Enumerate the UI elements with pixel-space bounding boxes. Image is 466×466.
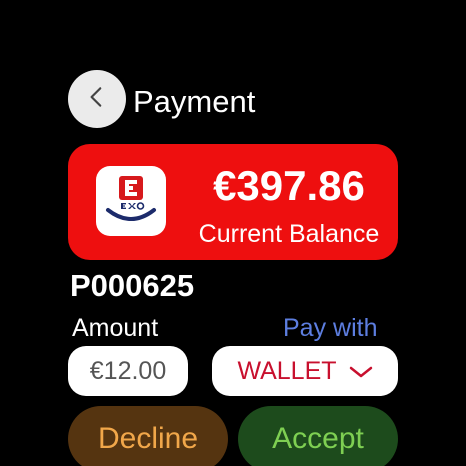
amount-field[interactable]: €12.00 [68,346,188,396]
accept-button[interactable]: Accept [238,406,398,466]
decline-label: Decline [97,422,199,455]
amount-value: €12.00 [89,356,167,385]
balance-amount: €397.86 [213,162,365,209]
payment-reference: P000625 [70,268,195,303]
pay-with-value: WALLET [237,356,337,385]
decline-button[interactable]: Decline [68,406,228,466]
page-title: Payment [133,84,256,119]
amount-label: Amount [72,314,159,342]
back-button[interactable] [68,70,126,128]
balance-card: €397.86 Current Balance [68,144,398,260]
chevron-down-icon [349,357,373,386]
accept-label: Accept [272,422,364,455]
chevron-left-icon [84,84,110,114]
exo-wallet-logo [96,166,166,236]
payment-screen: Payment €397.86 Current Balance P000625 … [0,0,466,466]
balance-label: Current Balance [198,220,380,248]
pay-with-dropdown[interactable]: WALLET [212,346,398,396]
pay-with-label: Pay with [283,314,378,342]
